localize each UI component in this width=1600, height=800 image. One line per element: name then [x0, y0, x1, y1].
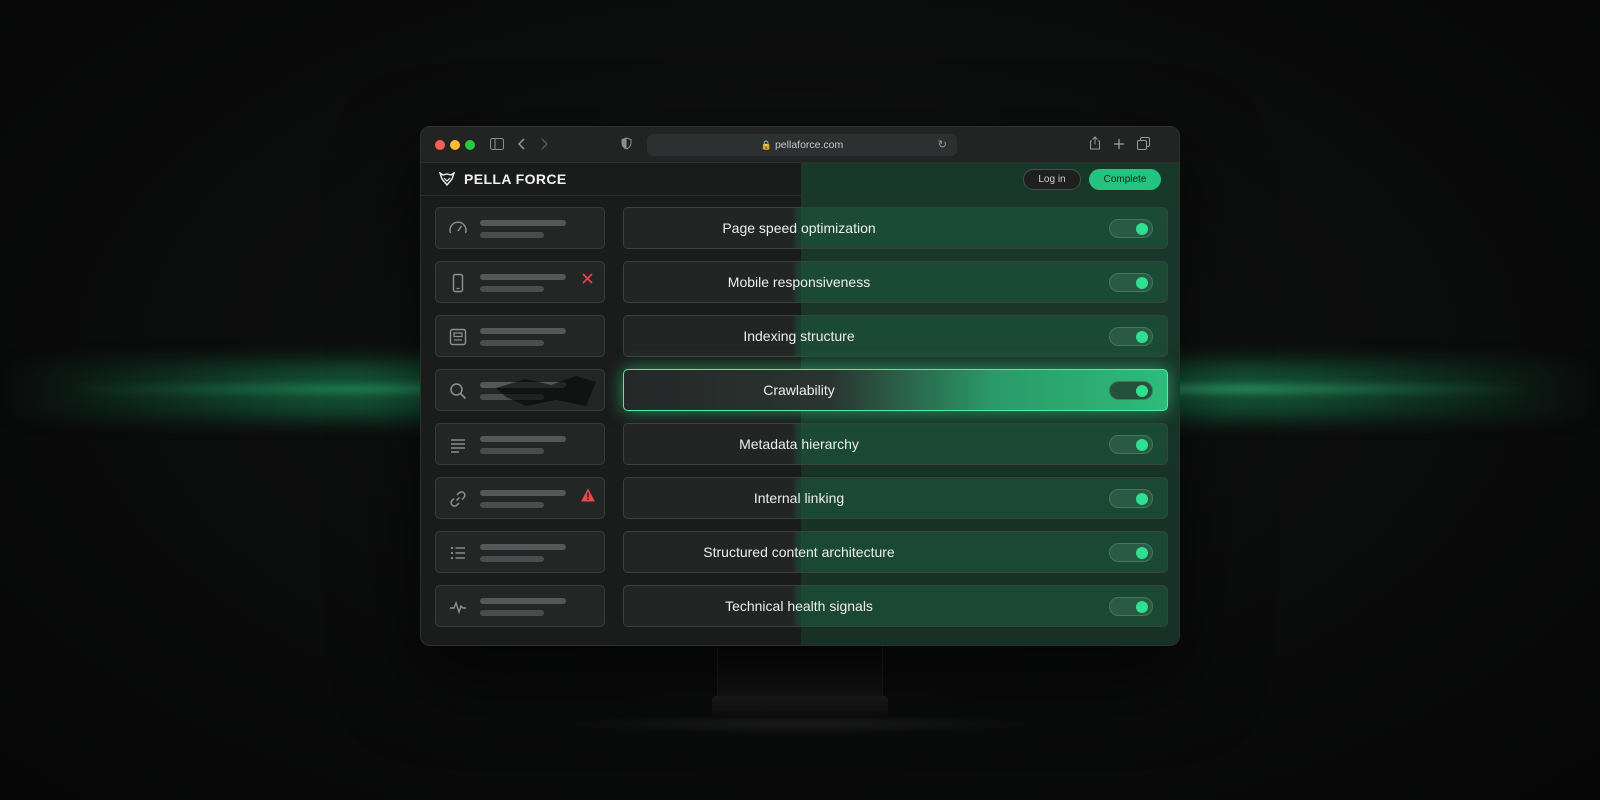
brand-name: PELLA FORCE — [464, 171, 567, 187]
placeholder-line — [480, 232, 544, 238]
placeholder-line — [480, 502, 544, 508]
check-label: Page speed optimization — [722, 220, 876, 236]
placeholder-line — [480, 436, 566, 442]
toggle-knob — [1136, 385, 1148, 397]
check-label: Mobile responsiveness — [727, 274, 871, 290]
placeholder-line — [480, 610, 544, 616]
crack-damage — [496, 376, 596, 406]
address-bar[interactable]: 🔒 pellaforce.com ↻ — [647, 134, 957, 156]
app-header: PELLA FORCE Log in Complete — [421, 163, 1179, 196]
sidebar-item-mobile[interactable] — [435, 261, 605, 303]
check-label: Indexing structure — [743, 328, 855, 344]
check-row[interactable]: Internal linking — [623, 477, 1168, 519]
placeholder-line — [480, 286, 544, 292]
mobile-icon — [448, 273, 468, 293]
check-row[interactable]: Mobile responsiveness — [623, 261, 1168, 303]
placeholder-line — [480, 598, 566, 604]
check-toggle[interactable] — [1109, 489, 1153, 508]
shield-icon[interactable] — [621, 136, 632, 154]
layout-icon — [448, 327, 468, 347]
sidebar-item-linking[interactable] — [435, 477, 605, 519]
toggle-knob — [1136, 547, 1148, 559]
toggle-knob — [1136, 439, 1148, 451]
text-lines-icon — [448, 435, 468, 455]
check-row[interactable]: Metadata hierarchy — [623, 423, 1168, 465]
wolf-logo-icon — [438, 171, 456, 191]
check-label: Structured content architecture — [703, 544, 895, 560]
check-label: Crawlability — [763, 382, 835, 398]
tab-overview-icon[interactable] — [1137, 136, 1150, 154]
list-icon — [448, 543, 468, 563]
toggle-knob — [1136, 493, 1148, 505]
main-content: Page speed optimization Mobile responsiv… — [421, 196, 1179, 645]
check-label: Internal linking — [753, 490, 845, 506]
pulse-icon — [448, 597, 468, 617]
sidebar-item-indexing[interactable] — [435, 315, 605, 357]
check-row[interactable]: Page speed optimization — [623, 207, 1168, 249]
sidebar-item-crawl[interactable] — [435, 369, 605, 411]
check-toggle[interactable] — [1109, 435, 1153, 454]
browser-window: 🔒 pellaforce.com ↻ PELLA FORCE Log in Com… — [420, 126, 1180, 646]
link-icon — [448, 489, 468, 509]
placeholder-line — [480, 448, 544, 454]
check-toggle[interactable] — [1109, 327, 1153, 346]
check-row[interactable]: Structured content architecture — [623, 531, 1168, 573]
url-text: pellaforce.com — [774, 139, 844, 151]
placeholder-line — [480, 490, 566, 496]
toggle-knob — [1136, 331, 1148, 343]
search-icon — [448, 381, 468, 401]
back-icon[interactable] — [517, 136, 526, 154]
share-icon[interactable] — [1089, 136, 1101, 154]
browser-chrome: 🔒 pellaforce.com ↻ — [421, 127, 1179, 163]
check-row-active[interactable]: Crawlability — [623, 369, 1168, 411]
check-label: Metadata hierarchy — [739, 436, 859, 452]
placeholder-line — [480, 544, 566, 550]
check-row[interactable]: Indexing structure — [623, 315, 1168, 357]
sidebar-toggle-icon[interactable] — [490, 136, 504, 154]
speedometer-icon — [448, 219, 468, 239]
sidebar-item-speed[interactable] — [435, 207, 605, 249]
check-toggle[interactable] — [1109, 597, 1153, 616]
monitor-stand-base — [712, 696, 888, 718]
check-toggle[interactable] — [1109, 381, 1153, 400]
toggle-knob — [1136, 277, 1148, 289]
placeholder-line — [480, 274, 566, 280]
monitor-stand-neck — [717, 645, 883, 697]
placeholder-line — [480, 340, 544, 346]
close-window-button[interactable] — [435, 140, 445, 150]
placeholder-line — [480, 220, 566, 226]
sidebar-item-metadata[interactable] — [435, 423, 605, 465]
sidebar-item-structure[interactable] — [435, 531, 605, 573]
warning-icon — [580, 487, 596, 503]
check-toggle[interactable] — [1109, 273, 1153, 292]
toggle-knob — [1136, 601, 1148, 613]
check-toggle[interactable] — [1109, 219, 1153, 238]
toggle-knob — [1136, 223, 1148, 235]
maximize-window-button[interactable] — [465, 140, 475, 150]
placeholder-line — [480, 328, 566, 334]
sidebar-item-health[interactable] — [435, 585, 605, 627]
check-row[interactable]: Technical health signals — [623, 585, 1168, 627]
minimize-window-button[interactable] — [450, 140, 460, 150]
check-label: Technical health signals — [725, 598, 873, 614]
reload-icon[interactable]: ↻ — [938, 134, 947, 156]
new-tab-icon[interactable] — [1113, 136, 1125, 154]
complete-button[interactable]: Complete — [1089, 169, 1161, 190]
error-x-icon — [580, 271, 596, 287]
lock-icon: 🔒 — [760, 140, 772, 150]
login-button[interactable]: Log in — [1023, 169, 1081, 190]
forward-icon[interactable] — [540, 136, 549, 154]
check-toggle[interactable] — [1109, 543, 1153, 562]
placeholder-line — [480, 556, 544, 562]
